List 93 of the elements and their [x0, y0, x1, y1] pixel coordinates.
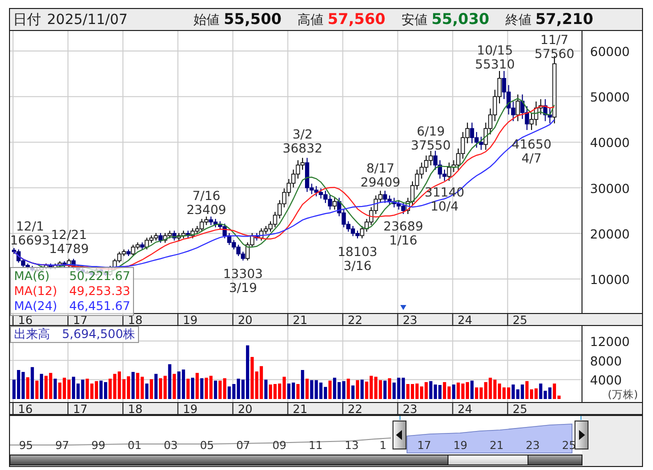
axis-label: 18 [128, 314, 143, 325]
year-label: 11 [308, 439, 323, 452]
range-handle[interactable] [574, 420, 588, 450]
year-label: 99 [91, 439, 106, 452]
year-label: 25 [562, 439, 576, 452]
axis-label: 16 [18, 403, 33, 414]
axis-label: 60000 [590, 44, 630, 59]
annotation-label: 6/19 [416, 123, 445, 138]
legend-label: MA(24) [14, 299, 58, 314]
axis-label: 20 [238, 403, 252, 414]
annotation-label: 7/16 [192, 188, 220, 203]
axis-label: 19 [182, 314, 198, 325]
legend-value: 49,253.33 [69, 284, 130, 299]
axis-label: 23 [402, 314, 418, 325]
axis-label: 24 [458, 314, 472, 325]
legend-label: 出来高 [14, 327, 50, 342]
year-label: 05 [200, 439, 214, 452]
year-label: 1 [380, 439, 386, 452]
axis-label: 17 [72, 403, 88, 414]
quote-value: 55,030 [431, 10, 490, 28]
annotation-label: 4/7 [521, 150, 542, 166]
quote-value: 57,210 [535, 10, 594, 28]
annotation-label: 8/17 [366, 160, 394, 176]
annotation-label: 37550 [410, 137, 451, 152]
axis-label: 19 [182, 403, 198, 414]
axis-label: 25 [512, 403, 528, 414]
annotation-label: 41650 [512, 136, 552, 152]
annotation-label: 29409 [360, 174, 400, 190]
axis-label: 21 [292, 314, 308, 325]
year-label: 19 [453, 439, 468, 452]
axis-label: 18 [128, 403, 143, 414]
annotation-label: 11/7 [540, 32, 568, 48]
annotation-label: 16693 [10, 232, 50, 248]
year-label: 21 [490, 439, 504, 452]
annotation-label: 36832 [282, 140, 322, 156]
year-label: 13 [344, 439, 359, 452]
legend-label: MA(6) [14, 269, 51, 284]
axis-label: 22 [348, 403, 362, 414]
quote-value: 57,560 [328, 10, 386, 28]
year-label: 07 [236, 439, 250, 452]
annotation-label: 3/2 [292, 126, 313, 142]
quote-label: 終値 [505, 12, 532, 29]
year-label: 97 [55, 439, 70, 452]
legend-value: 50,221.67 [69, 269, 130, 284]
legend-value: 5,694,500株 [62, 327, 136, 342]
axis-label: 24 [458, 403, 472, 414]
annotation-label: 12/21 [50, 227, 87, 242]
annotation-label: 10/15 [476, 42, 513, 58]
axis-label: 21 [292, 403, 308, 414]
annotation-label: 18103 [338, 244, 378, 260]
axis-label: 50000 [590, 90, 630, 105]
annotation-label: 1/16 [389, 232, 418, 248]
quote-label: 安値 [401, 12, 428, 29]
range-handle[interactable] [392, 420, 406, 450]
axis-label: 22 [348, 314, 362, 325]
axis-label: 20 [238, 314, 252, 325]
caret-icon [579, 430, 585, 440]
date-value: 2025/11/07 [47, 12, 128, 28]
year-label: 09 [272, 439, 286, 452]
quote-label: 始値 [194, 12, 220, 29]
annotation-label: 14789 [49, 241, 89, 256]
axis-label: 20000 [590, 226, 630, 242]
unit-label: (万株) [608, 389, 638, 401]
annotation-label: 12/1 [16, 218, 44, 234]
annotation-label: 10/4 [430, 198, 459, 214]
annotation-label: 57560 [534, 46, 574, 62]
annotation-label: 3/16 [343, 258, 372, 274]
annotation-label: 55310 [475, 56, 515, 72]
caret-icon [396, 430, 402, 440]
axis-label: 40000 [590, 135, 630, 150]
legend-label: MA(12) [14, 284, 58, 299]
year-label: 17 [417, 439, 432, 452]
legend-value: 46,451.67 [69, 299, 130, 314]
axis-label: 8000 [590, 353, 622, 368]
quote-value: 55,500 [224, 10, 282, 28]
annotation-label: 3/19 [228, 280, 258, 295]
date-label: 日付 [13, 10, 41, 28]
annotation-label: 13303 [223, 266, 263, 281]
axis-label: 30000 [590, 180, 630, 196]
axis-label: 4000 [590, 372, 622, 388]
annotation-label: 23409 [186, 202, 226, 217]
marker-icon [400, 305, 406, 310]
annotation-label: 23689 [383, 218, 424, 234]
axis-label: 10000 [590, 272, 630, 287]
year-label: 03 [164, 439, 178, 452]
axis-label: 25 [512, 314, 528, 325]
quote-label: 高値 [298, 12, 324, 29]
axis-label: 12000 [590, 334, 630, 349]
year-label: 01 [128, 439, 142, 452]
axis-label: 23 [402, 403, 418, 414]
year-label: 23 [526, 439, 540, 452]
year-label: 95 [19, 439, 33, 452]
scrollbar-thumb[interactable] [448, 454, 528, 466]
